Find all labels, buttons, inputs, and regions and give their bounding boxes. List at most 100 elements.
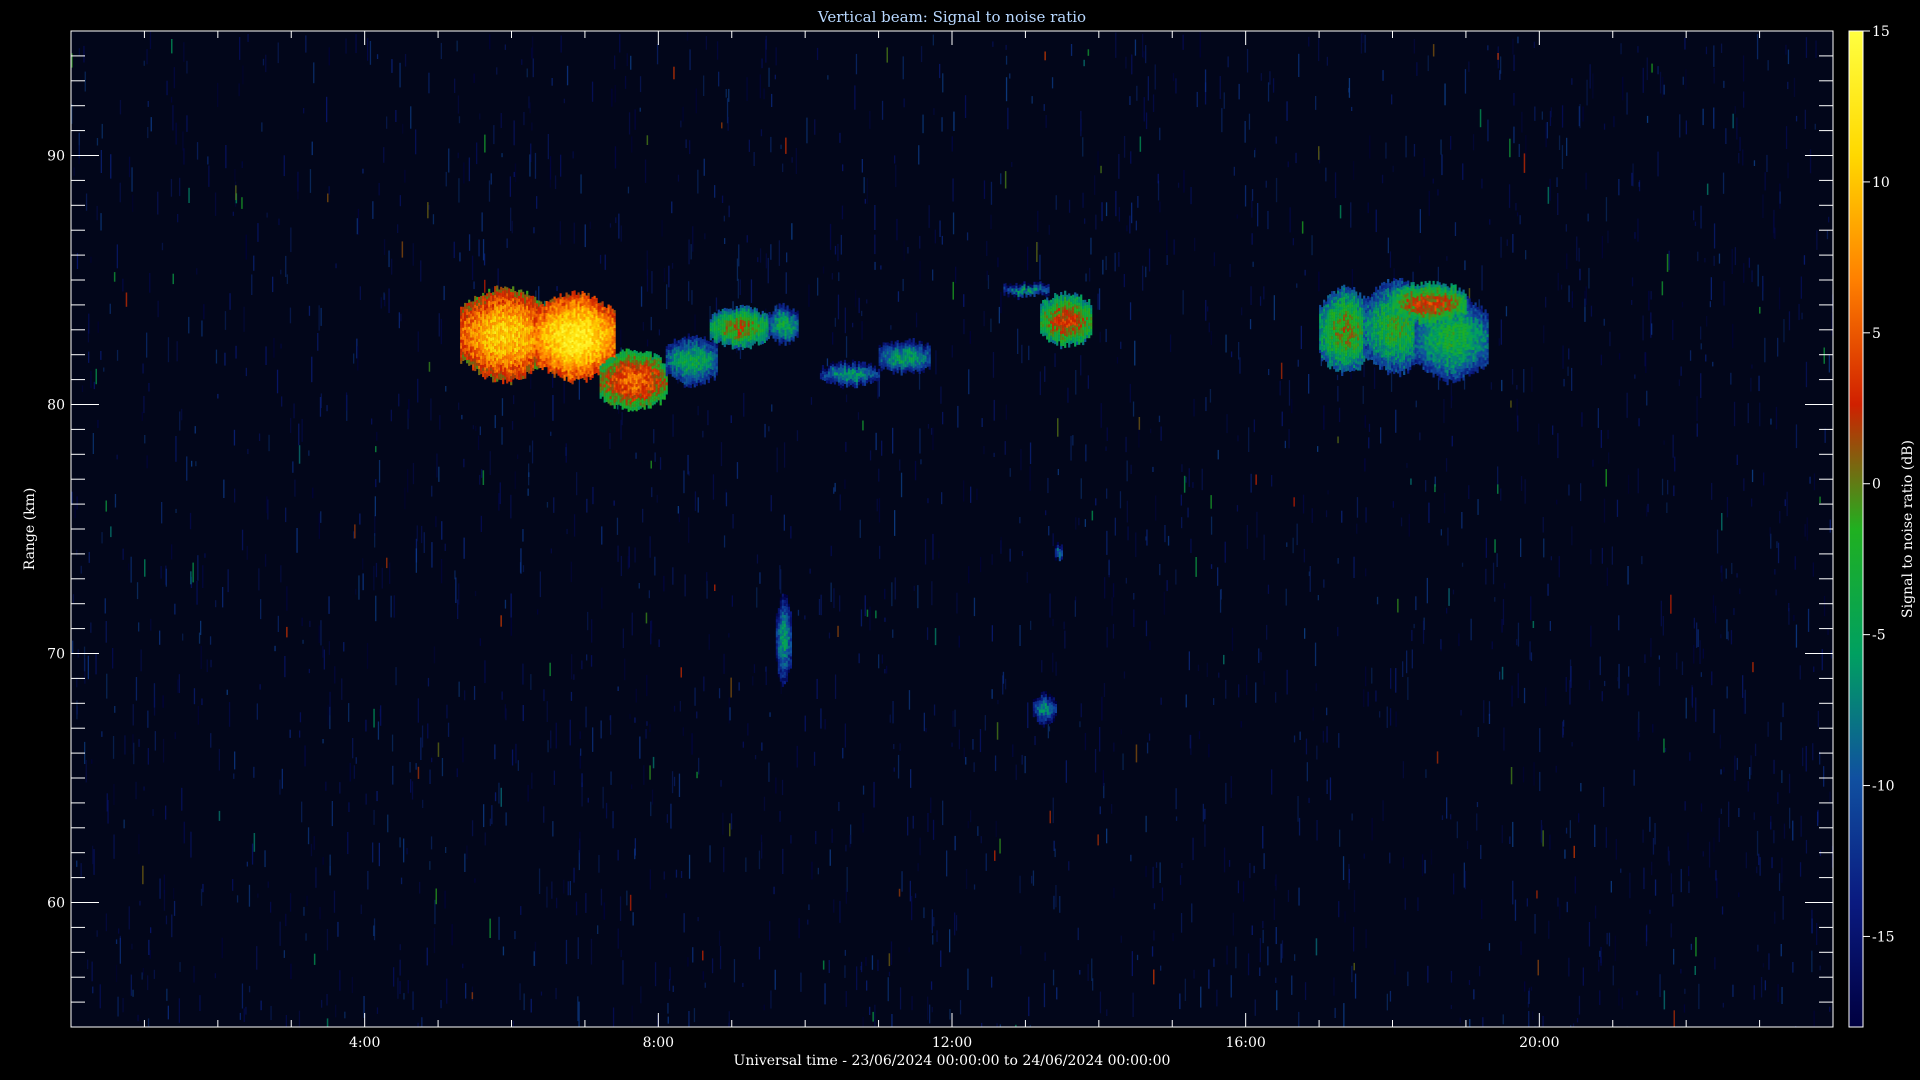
noise-streak <box>1530 652 1533 662</box>
noise-streak <box>359 286 361 300</box>
noise-streak <box>600 888 603 906</box>
noise-streak <box>280 565 282 583</box>
noise-streak <box>1102 259 1104 275</box>
y-tick-label: 80 <box>47 398 65 414</box>
noise-streak <box>1105 256 1107 270</box>
noise-streak <box>458 681 460 697</box>
noise-streak <box>712 474 715 500</box>
noise-streak <box>391 258 393 275</box>
noise-streak <box>243 306 245 332</box>
noise-streak <box>1778 873 1781 891</box>
noise-speck <box>1721 513 1723 531</box>
noise-streak <box>613 500 615 506</box>
noise-streak <box>1763 472 1765 486</box>
noise-streak <box>1371 817 1373 841</box>
noise-streak <box>946 850 948 877</box>
noise-streak <box>1200 986 1202 1008</box>
noise-streak <box>119 935 121 944</box>
noise-streak <box>1738 153 1740 164</box>
noise-streak <box>378 183 380 196</box>
noise-streak <box>854 85 856 110</box>
noise-streak <box>920 46 923 63</box>
noise-streak <box>986 240 988 256</box>
noise-streak <box>1131 54 1133 75</box>
noise-streak <box>1523 369 1525 393</box>
noise-streak <box>463 537 465 559</box>
noise-streak <box>115 964 118 982</box>
noise-streak <box>1528 987 1530 996</box>
noise-streak <box>1175 78 1177 94</box>
noise-speck <box>286 626 288 638</box>
noise-streak <box>1517 415 1519 432</box>
noise-streak <box>1044 366 1046 382</box>
noise-streak <box>567 881 569 896</box>
noise-streak <box>138 622 140 632</box>
noise-streak <box>147 975 149 991</box>
noise-streak <box>1777 792 1779 804</box>
noise-streak <box>1241 307 1243 316</box>
noise-streak <box>1512 880 1514 905</box>
noise-streak <box>367 38 369 61</box>
noise-streak <box>399 944 401 951</box>
noise-streak <box>1280 943 1282 963</box>
noise-streak <box>319 397 322 417</box>
noise-streak <box>1464 69 1467 94</box>
noise-streak <box>919 260 921 282</box>
noise-streak <box>932 269 934 281</box>
noise-streak <box>1821 649 1823 671</box>
noise-streak <box>1183 170 1185 193</box>
noise-speck <box>253 833 256 852</box>
noise-streak <box>573 867 575 883</box>
noise-speck <box>886 47 888 63</box>
noise-streak <box>627 186 630 194</box>
noise-speck <box>1223 654 1225 665</box>
noise-streak <box>130 556 132 583</box>
noise-streak <box>1187 507 1189 518</box>
noise-streak <box>1333 977 1335 996</box>
noise-streak <box>1080 355 1082 376</box>
noise-streak <box>1700 205 1702 229</box>
noise-streak <box>927 424 930 429</box>
noise-streak <box>1249 319 1252 330</box>
noise-streak <box>513 395 515 405</box>
noise-streak <box>1167 535 1170 546</box>
noise-streak <box>157 191 159 215</box>
noise-streak <box>1491 641 1493 650</box>
noise-streak <box>1770 418 1772 425</box>
noise-streak <box>1720 43 1723 53</box>
noise-streak <box>672 567 674 585</box>
noise-streak <box>132 989 134 997</box>
noise-streak <box>320 307 322 326</box>
noise-streak <box>297 174 299 200</box>
noise-speck <box>386 557 388 569</box>
noise-streak <box>1562 345 1564 369</box>
noise-streak <box>1012 744 1014 757</box>
noise-streak <box>1661 478 1664 496</box>
noise-streak <box>391 59 393 73</box>
noise-streak <box>1089 267 1091 282</box>
noise-streak <box>1513 126 1515 144</box>
noise-streak <box>1286 542 1288 547</box>
noise-streak <box>1773 759 1775 774</box>
noise-streak <box>1020 448 1022 471</box>
noise-streak <box>933 917 935 927</box>
noise-streak <box>345 392 348 411</box>
noise-streak <box>1312 707 1314 721</box>
noise-streak <box>1054 353 1056 368</box>
noise-streak <box>435 516 437 528</box>
noise-streak <box>514 163 517 183</box>
colorbar-tick-label: -10 <box>1872 779 1895 795</box>
noise-streak <box>1019 517 1021 524</box>
noise-streak <box>1588 267 1590 289</box>
noise-streak <box>771 93 773 107</box>
noise-streak <box>1381 174 1384 184</box>
noise-streak <box>1052 618 1054 627</box>
noise-speck <box>952 281 954 300</box>
noise-streak <box>1348 78 1351 98</box>
noise-streak <box>529 445 531 453</box>
noise-streak <box>869 606 871 631</box>
noise-streak <box>153 969 155 979</box>
noise-streak <box>456 40 458 52</box>
noise-streak <box>473 281 475 290</box>
noise-streak <box>1676 652 1678 670</box>
